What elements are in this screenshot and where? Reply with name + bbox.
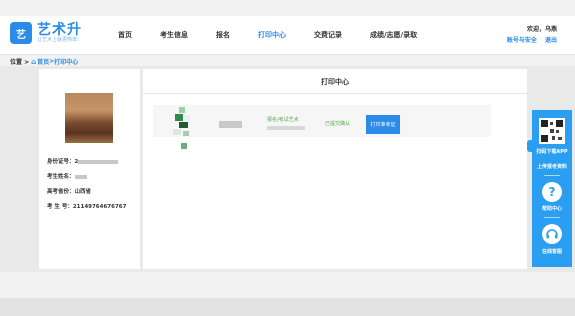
- breadcrumb-prefix: 位置 >: [10, 59, 30, 66]
- profile-info: 身份证号：2 考生姓名： 高考省份：山西省 考 生 号：211497646767…: [47, 155, 126, 215]
- logout-link[interactable]: 退出: [545, 37, 557, 44]
- school-logo: [171, 105, 193, 153]
- print-row: 报名/考试艺术 已提交确认 打印准考证: [153, 105, 491, 149]
- online-service-link[interactable]: 在线客服: [532, 248, 572, 255]
- divider: [143, 93, 527, 94]
- help-center-link[interactable]: 帮助中心: [532, 205, 572, 212]
- school-name-blurred: [219, 121, 242, 128]
- user-menu: 欢迎，乌燕 账号与安全 退出: [501, 24, 557, 46]
- logo-slogan: 让艺术上就更简单!: [37, 36, 80, 43]
- nav-home[interactable]: 首页: [118, 30, 132, 40]
- sidebar-divider: [544, 217, 560, 218]
- help-icon[interactable]: ?: [542, 182, 562, 202]
- nav-scores-admission[interactable]: 成绩/志愿/录取: [370, 30, 417, 40]
- account-security-link[interactable]: 账号与安全: [507, 37, 537, 44]
- profile-panel: 身份证号：2 考生姓名： 高考省份：山西省 考 生 号：211497646767…: [39, 69, 140, 269]
- headset-icon[interactable]: [542, 224, 562, 244]
- site-logo[interactable]: 艺 艺术升 让艺术上就更简单!: [10, 22, 82, 44]
- app-qr-code: [539, 118, 565, 144]
- exam-detail-blurred: [267, 126, 305, 130]
- top-navigation-bar: 艺 艺术升 让艺术上就更简单! 首页 考生信息 报名 打印中心 交费记录 成绩/…: [0, 16, 575, 55]
- nav-payment-records[interactable]: 交费记录: [314, 30, 342, 40]
- download-app-text[interactable]: 扫码下载APP: [532, 148, 572, 155]
- exam-name: 报名/考试艺术: [267, 117, 299, 123]
- breadcrumb-home[interactable]: 首页: [37, 57, 49, 66]
- status-label: 已提交确认: [325, 121, 351, 127]
- breadcrumb-current: 打印中心: [54, 59, 79, 66]
- sidebar-divider: [544, 175, 560, 176]
- home-icon[interactable]: ⌂: [31, 58, 36, 66]
- breadcrumb: 位置 > ⌂ 首页 > 打印中心: [10, 57, 79, 67]
- footer: [0, 298, 575, 316]
- logo-name: 艺术升: [37, 21, 82, 38]
- logo-icon: 艺: [10, 22, 32, 44]
- user-greeting: 欢迎，乌燕: [526, 26, 557, 33]
- nav-print-center[interactable]: 打印中心: [258, 30, 286, 40]
- student-photo: [65, 93, 113, 143]
- panel-title: 打印中心: [321, 78, 349, 86]
- id-number-row: 身份证号：2: [47, 155, 126, 170]
- main-nav: 首页 考生信息 报名 打印中心 交费记录 成绩/志愿/录取: [118, 30, 445, 40]
- floating-sidebar: 扫码下载APP 上传报考资料 ? 帮助中心 在线客服: [532, 110, 572, 267]
- nav-student-info[interactable]: 考生信息: [160, 30, 188, 40]
- upload-materials-link[interactable]: 上传报考资料: [532, 163, 572, 170]
- province-row: 高考省份：山西省: [47, 189, 92, 195]
- print-admission-ticket-button[interactable]: 打印准考证: [366, 115, 400, 134]
- student-name-row: 考生姓名：: [47, 170, 126, 185]
- print-center-panel: 打印中心 报名/考试艺术 已提交确认 打印准考证: [143, 69, 527, 269]
- exam-number-row: 考 生 号：21149764676767: [47, 204, 127, 210]
- nav-registration[interactable]: 报名: [216, 30, 230, 40]
